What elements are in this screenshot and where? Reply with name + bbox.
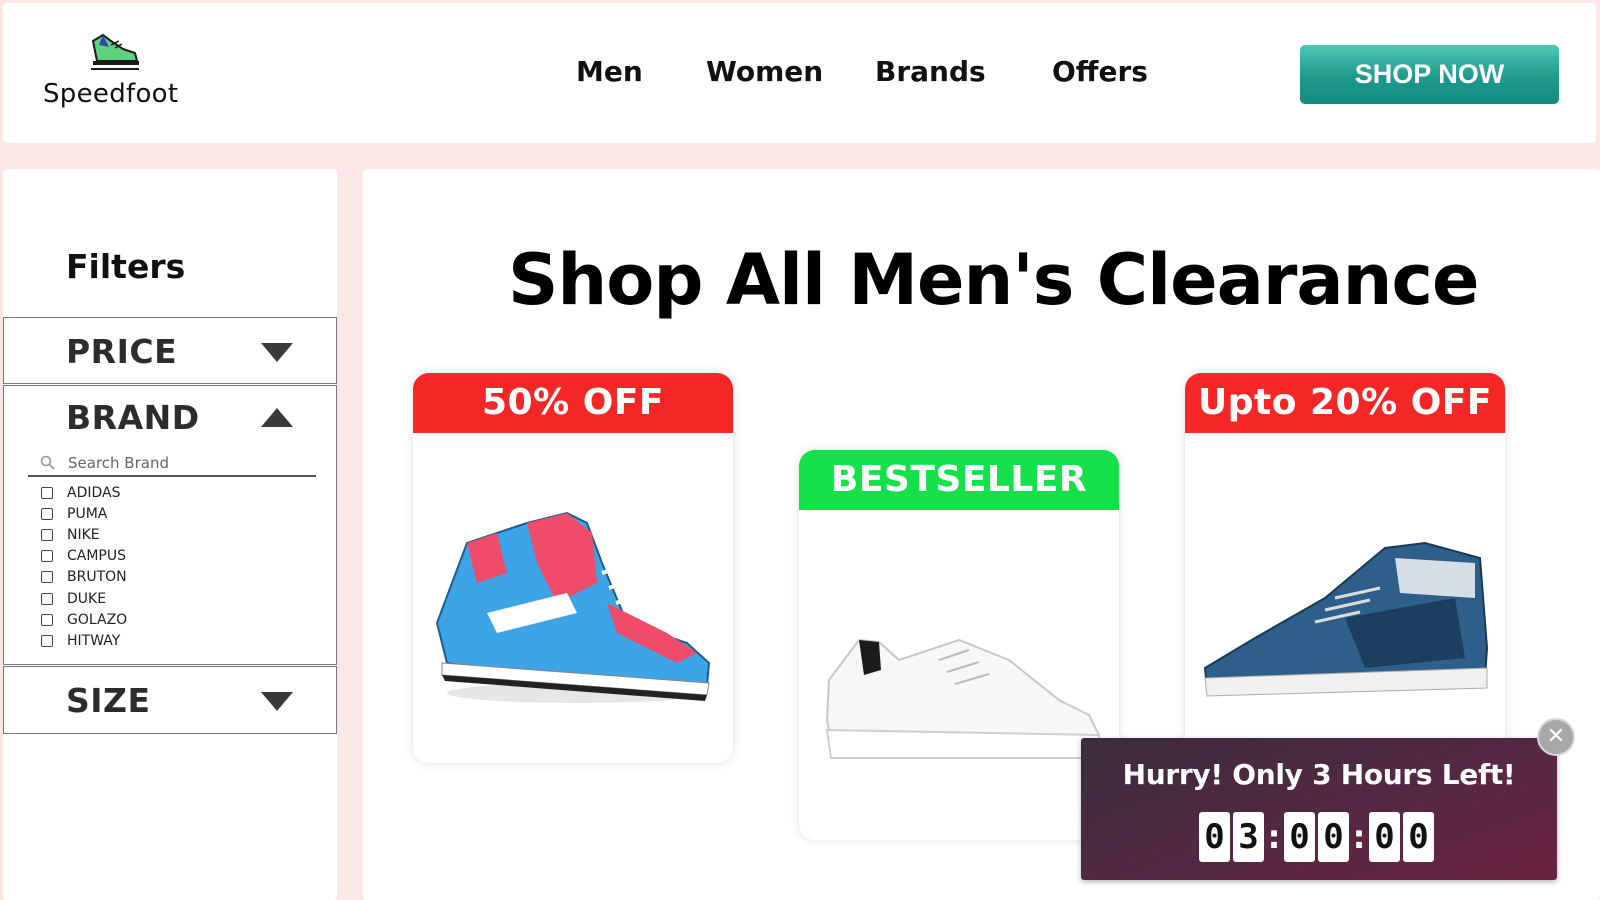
chevron-up-icon[interactable]	[261, 408, 293, 427]
filters-title: Filters	[66, 247, 186, 286]
timer-digit: 0	[1318, 812, 1349, 862]
price-label: PRICE	[66, 332, 178, 371]
product-card[interactable]: BESTSELLER	[799, 450, 1119, 840]
brand-option-adidas[interactable]: ADIDAS	[41, 482, 127, 503]
white-sneaker-image	[825, 638, 1101, 759]
site-header: Speedfoot Men Women Brands Offers SHOP N…	[3, 3, 1596, 143]
checkbox[interactable]	[41, 486, 53, 499]
timer-digit: 0	[1284, 812, 1315, 862]
brand-option-nike[interactable]: NIKE	[41, 524, 127, 545]
brand-list: ADIDAS PUMA NIKE CAMPUS BRUTON DUKE GOLA…	[41, 482, 127, 652]
brand-option-label: PUMA	[67, 505, 108, 522]
brand-option-bruton[interactable]: BRUTON	[41, 567, 127, 588]
countdown-popup: Hurry! Only 3 Hours Left! 0 3 : 0 0 : 0 …	[1081, 738, 1557, 880]
brand-search	[28, 452, 316, 477]
brand-option-hitway[interactable]: HITWAY	[41, 630, 127, 651]
checkbox[interactable]	[41, 613, 53, 626]
nav-women[interactable]: Women	[706, 55, 823, 88]
timer-separator: :	[1352, 818, 1366, 856]
blue-high-top-sneaker-image	[1203, 541, 1489, 697]
brand-search-input[interactable]	[68, 452, 308, 474]
chevron-down-icon[interactable]	[261, 692, 293, 711]
brand-option-puma[interactable]: PUMA	[41, 503, 127, 524]
nav-offers[interactable]: Offers	[1052, 55, 1148, 88]
shop-now-button[interactable]: SHOP NOW	[1300, 45, 1559, 104]
timer-digit: 0	[1369, 812, 1400, 862]
nav-men[interactable]: Men	[576, 55, 643, 88]
brand-option-duke[interactable]: DUKE	[41, 588, 127, 609]
logo[interactable]: Speedfoot	[43, 31, 193, 111]
size-filter[interactable]: SIZE	[3, 666, 337, 734]
price-filter[interactable]: PRICE	[3, 317, 337, 384]
brand-label: BRAND	[66, 398, 200, 437]
product-card[interactable]: 50% OFF	[413, 373, 733, 763]
brand-option-label: GOLAZO	[67, 611, 128, 628]
high-top-sneaker-image	[435, 511, 711, 703]
close-icon[interactable]: ✕	[1537, 718, 1575, 756]
timer-separator: :	[1267, 818, 1281, 856]
checkbox[interactable]	[41, 634, 53, 647]
discount-badge: Upto 20% OFF	[1185, 373, 1505, 433]
timer-digit: 3	[1233, 812, 1264, 862]
timer-digit: 0	[1199, 812, 1230, 862]
checkbox[interactable]	[41, 550, 53, 563]
checkbox[interactable]	[41, 571, 53, 584]
brand-option-label: NIKE	[67, 526, 100, 543]
brand-option-label: CAMPUS	[67, 548, 127, 565]
countdown-message: Hurry! Only 3 Hours Left!	[1122, 758, 1516, 791]
filters-sidebar: Filters PRICE BRAND ADIDAS PUMA NIKE CAM…	[3, 169, 337, 900]
brand-option-golazo[interactable]: GOLAZO	[41, 609, 127, 630]
bestseller-badge: BESTSELLER	[799, 450, 1119, 510]
nav-brands[interactable]: Brands	[875, 55, 986, 88]
checkbox[interactable]	[41, 528, 53, 541]
search-icon	[40, 455, 55, 470]
chevron-down-icon[interactable]	[261, 343, 293, 362]
sneaker-logo-icon	[91, 33, 139, 70]
checkbox[interactable]	[41, 592, 53, 605]
brand-option-label: ADIDAS	[67, 484, 121, 501]
brand-option-label: DUKE	[67, 590, 107, 607]
brand-option-campus[interactable]: CAMPUS	[41, 546, 127, 567]
discount-badge: 50% OFF	[413, 373, 733, 433]
checkbox[interactable]	[41, 507, 53, 520]
brand-option-label: HITWAY	[67, 632, 121, 649]
product-card[interactable]: Upto 20% OFF	[1185, 373, 1505, 763]
timer-digit: 0	[1403, 812, 1434, 862]
countdown-digits: 0 3 : 0 0 : 0 0	[1199, 812, 1437, 862]
brand-filter: BRAND ADIDAS PUMA NIKE CAMPUS BRUTON DUK…	[3, 385, 337, 665]
brand-name: Speedfoot	[43, 79, 179, 109]
page-title: Shop All Men's Clearance	[508, 239, 1479, 321]
brand-option-label: BRUTON	[67, 569, 127, 586]
size-label: SIZE	[66, 681, 151, 720]
